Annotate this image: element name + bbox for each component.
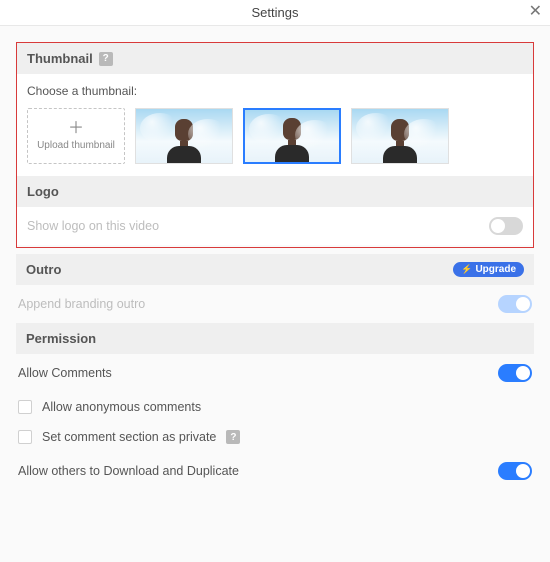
show-logo-label: Show logo on this video bbox=[27, 219, 489, 233]
logo-row: Show logo on this video bbox=[17, 207, 533, 245]
append-outro-label: Append branding outro bbox=[18, 297, 498, 311]
allow-comments-label: Allow Comments bbox=[18, 366, 498, 380]
bolt-icon: ⚡ bbox=[461, 264, 472, 275]
allow-comments-row: Allow Comments bbox=[16, 354, 534, 392]
append-outro-toggle[interactable] bbox=[498, 295, 532, 313]
plus-icon: ＋ bbox=[68, 121, 84, 137]
upload-thumbnail-label: Upload thumbnail bbox=[37, 140, 115, 151]
private-comment-row: Set comment section as private ? bbox=[16, 422, 534, 452]
highlighted-section: Thumbnail ? Choose a thumbnail: ＋ Upload… bbox=[16, 42, 534, 248]
allow-comments-toggle[interactable] bbox=[498, 364, 532, 382]
lower-sections: Outro ⚡ Upgrade Append branding outro Pe… bbox=[16, 248, 534, 490]
help-icon[interactable]: ? bbox=[99, 52, 113, 66]
thumbnail-row: ＋ Upload thumbnail bbox=[27, 108, 523, 164]
show-logo-toggle[interactable] bbox=[489, 217, 523, 235]
outro-row: Append branding outro bbox=[16, 285, 534, 323]
logo-header-label: Logo bbox=[27, 184, 59, 199]
download-toggle[interactable] bbox=[498, 462, 532, 480]
permission-header-label: Permission bbox=[26, 331, 96, 346]
thumbnail-option-1[interactable] bbox=[135, 108, 233, 164]
outro-header: Outro ⚡ Upgrade bbox=[16, 254, 534, 285]
thumbnail-header: Thumbnail ? bbox=[17, 43, 533, 74]
download-row: Allow others to Download and Duplicate bbox=[16, 452, 534, 490]
private-comment-checkbox[interactable] bbox=[18, 430, 32, 444]
upgrade-button[interactable]: ⚡ Upgrade bbox=[453, 262, 524, 277]
thumbnail-header-label: Thumbnail bbox=[27, 51, 93, 66]
modal-header: Settings ✕ bbox=[0, 0, 550, 26]
choose-thumbnail-label: Choose a thumbnail: bbox=[27, 84, 523, 98]
allow-anonymous-checkbox[interactable] bbox=[18, 400, 32, 414]
outro-header-label: Outro bbox=[26, 262, 61, 277]
thumbnail-body: Choose a thumbnail: ＋ Upload thumbnail bbox=[17, 74, 533, 176]
private-comment-label: Set comment section as private bbox=[42, 430, 216, 444]
allow-anonymous-label: Allow anonymous comments bbox=[42, 400, 201, 414]
help-icon[interactable]: ? bbox=[226, 430, 240, 444]
thumbnail-option-2[interactable] bbox=[243, 108, 341, 164]
upgrade-label: Upgrade bbox=[475, 264, 516, 275]
download-label: Allow others to Download and Duplicate bbox=[18, 464, 498, 478]
modal-title: Settings bbox=[252, 5, 299, 20]
thumbnail-option-3[interactable] bbox=[351, 108, 449, 164]
allow-anonymous-row: Allow anonymous comments bbox=[16, 392, 534, 422]
permission-header: Permission bbox=[16, 323, 534, 354]
logo-header: Logo bbox=[17, 176, 533, 207]
content: Thumbnail ? Choose a thumbnail: ＋ Upload… bbox=[0, 26, 550, 500]
close-icon[interactable]: ✕ bbox=[529, 4, 542, 20]
upload-thumbnail-button[interactable]: ＋ Upload thumbnail bbox=[27, 108, 125, 164]
